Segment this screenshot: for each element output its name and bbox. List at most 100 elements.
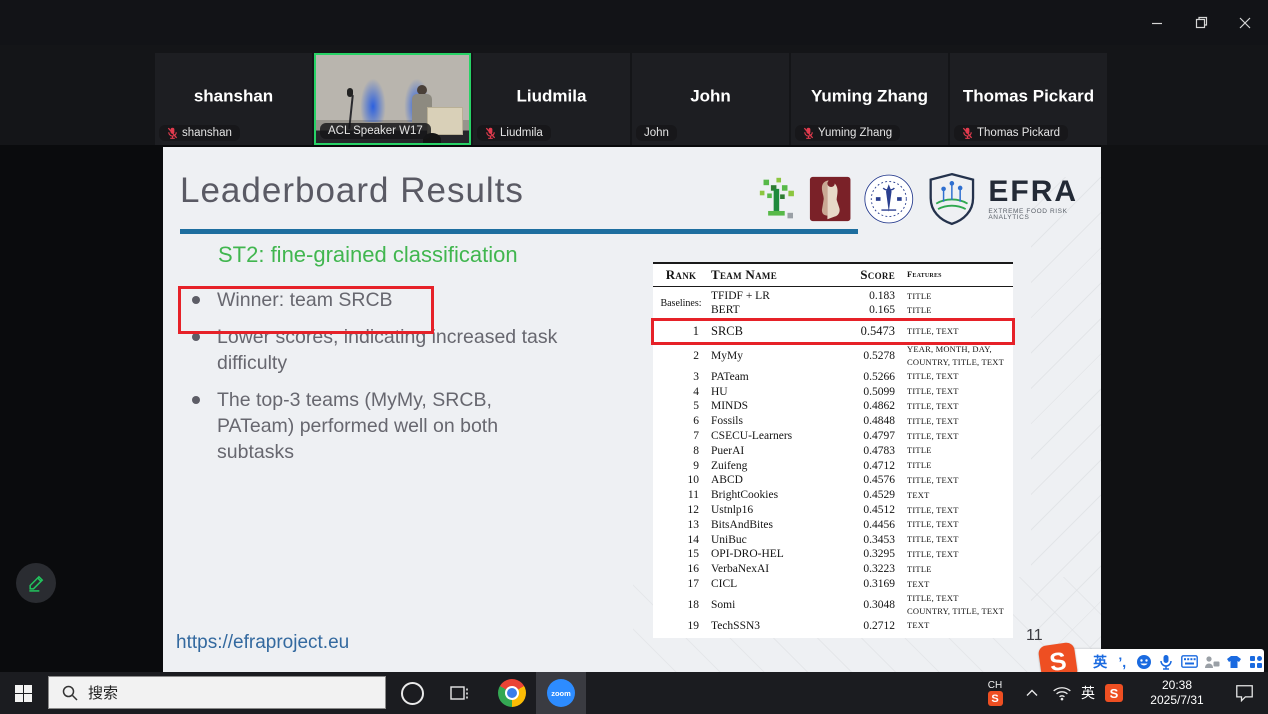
slide-page-number: 11 [1026,627,1043,645]
minimize-icon [1151,17,1163,29]
keyboard-icon[interactable] [1181,653,1198,671]
lang-toggle-icon[interactable]: 英 [1092,653,1108,671]
score-cell: 0.183 [835,287,895,304]
features-cell: TITLE [895,287,1013,304]
table-row: 14UniBuc0.3453TITLE, TEXT [653,533,1013,548]
taskbar-search-box[interactable]: 搜索 [48,676,386,709]
table-row: 1SRCB0.5473TITLE, TEXT [653,320,1013,343]
leaderboard-table: Rank Team Name Score Features Baselines:… [653,262,1013,638]
baselines-label: Baselines: [653,287,709,320]
participant-tile[interactable]: shanshan shanshan [155,53,312,145]
header-team: Team Name [709,263,835,287]
clock[interactable]: 20:38 2025/7/31 [1132,672,1222,714]
start-button[interactable] [0,672,46,714]
participant-tile[interactable]: ACL Speaker W17 [314,53,471,145]
score-cell: 0.3048 [835,592,895,619]
team-cell: BitsAndBites [709,518,835,533]
winner-highlight-box [178,286,434,334]
project-url-link[interactable]: https://efraproject.eu [176,632,349,654]
score-cell: 0.3169 [835,577,895,592]
rank-cell: 7 [653,429,709,444]
skin-icon[interactable] [1226,653,1242,671]
table-row: 13BitsAndBites0.4456TITLE, TEXT [653,518,1013,533]
team-cell: TFIDF + LR [709,287,835,304]
team-cell: PuerAI [709,444,835,459]
participant-tile[interactable]: Yuming Zhang Yuming Zhang [791,53,948,145]
rank-cell: 18 [653,592,709,619]
emoji-icon[interactable] [1136,653,1152,671]
more-grid-icon[interactable] [1248,653,1264,671]
participant-badge-name: Liudmila [500,127,543,139]
sogou-tray-button[interactable]: S [1100,672,1128,714]
chrome-taskbar-button[interactable] [490,672,534,714]
sogou-ime-toolbar: 英 ’, [1046,649,1264,674]
table-row: 6Fossils0.4848TITLE, TEXT [653,414,1013,429]
participant-badge-name: Yuming Zhang [818,127,892,139]
punctuation-icon[interactable]: ’, [1114,653,1130,671]
score-cell: 0.4783 [835,444,895,459]
features-cell: TITLE, TEXT [895,370,1013,385]
muted-mic-icon [962,127,973,139]
task-view-button[interactable] [440,672,480,714]
participant-badge: Yuming Zhang [795,125,900,141]
score-cell: 0.5473 [835,320,895,343]
ime-mode-label: CH [988,680,1002,691]
participant-tile[interactable]: JohnJohn [632,53,789,145]
features-cell: TITLE, TEXT [895,473,1013,488]
header-rank: Rank [653,263,709,287]
team-cell: Somi [709,592,835,619]
id-card-icon[interactable] [1204,653,1220,671]
annotate-button[interactable] [16,563,56,603]
tray-language-indicator[interactable]: 英 [1076,672,1100,714]
rank-cell: 12 [653,503,709,518]
table-row: 3PATeam0.5266TITLE, TEXT [653,370,1013,385]
tray-expand-button[interactable] [1018,672,1046,714]
task-view-icon [450,684,470,702]
team-cell: MINDS [709,399,835,414]
team-cell: MyMy [709,343,835,370]
team-cell: Ustnlp16 [709,503,835,518]
table-row: 18Somi0.3048TITLE, TEXT COUNTRY, TITLE, … [653,592,1013,619]
cortana-icon [401,682,424,705]
participant-name: shanshan [155,87,312,107]
score-cell: 0.5266 [835,370,895,385]
score-cell: 0.2712 [835,619,895,634]
score-cell: 0.4456 [835,518,895,533]
ime-mode-indicator[interactable]: CH S [980,672,1010,714]
score-cell: 0.4576 [835,473,895,488]
features-cell: TITLE, TEXT [895,518,1013,533]
wifi-button[interactable] [1048,672,1076,714]
rank-cell: 10 [653,473,709,488]
participant-name: Yuming Zhang [791,87,948,107]
table-row: 16VerbaNexAI0.3223TITLE [653,562,1013,577]
score-cell: 0.3295 [835,547,895,562]
rank-cell: 1 [653,320,709,343]
action-center-button[interactable] [1224,672,1264,714]
score-cell: 0.5278 [835,343,895,370]
pencil-icon [26,573,46,593]
zoom-taskbar-button[interactable]: zoom [536,672,586,714]
rank-cell: 5 [653,399,709,414]
cortana-button[interactable] [392,672,432,714]
minimize-button[interactable] [1134,0,1180,45]
restore-button[interactable] [1178,0,1224,45]
participant-tile[interactable]: Thomas PickardThomas Pickard [950,53,1107,145]
efra-wordmark: EFRA EXTREME FOOD RISK ANALYTICS [988,177,1101,222]
university-bust-logo [809,173,851,225]
table-header-row: Rank Team Name Score Features [653,263,1013,287]
rank-cell: 4 [653,385,709,400]
notification-icon [1235,684,1254,702]
participant-tile[interactable]: LiudmilaLiudmila [473,53,630,145]
header-features: Features [895,263,1013,287]
mic-icon[interactable] [1158,653,1174,671]
video-strip-tiles: shanshanshanshanACL Speaker W17LiudmilaL… [155,53,1109,145]
participant-badge-name: shanshan [182,127,232,139]
score-cell: 0.4529 [835,488,895,503]
sogou-tray-icon: S [1105,684,1123,702]
rank-cell: 6 [653,414,709,429]
rank-cell: 9 [653,459,709,474]
participant-badge: Thomas Pickard [954,125,1068,141]
close-button[interactable] [1222,0,1268,45]
score-cell: 0.4797 [835,429,895,444]
taskbar: 搜索 zoom CH S [0,672,1268,714]
